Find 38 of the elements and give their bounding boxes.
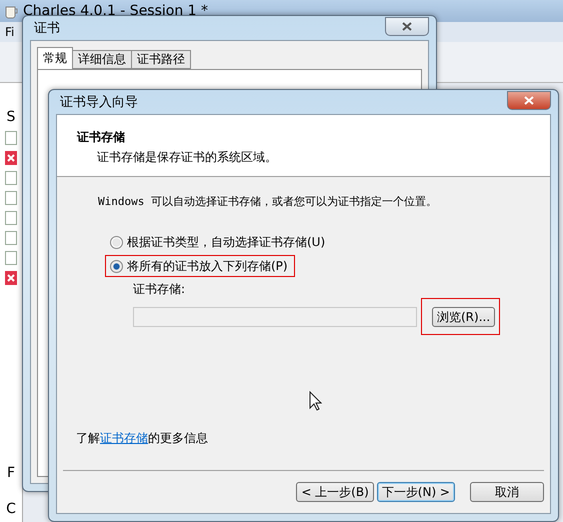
tab[interactable]: 证书路径 [131,50,191,69]
close-button[interactable] [507,90,551,110]
radio-label[interactable]: 根据证书类型，自动选择证书存储(U) [127,234,326,250]
store-field[interactable] [133,306,417,326]
document-icon [5,131,17,145]
section-subtitle: 证书存储是保存证书的系统区域。 [96,149,278,166]
store-link[interactable]: 证书存储 [100,431,148,445]
wizard-button[interactable]: 下一步(N) > [376,482,455,502]
section-title: 证书存储 [77,129,126,146]
browse-button[interactable]: 浏览(R)... [432,307,496,327]
field-label: 证书存储: [133,281,186,298]
window-title: Charles 4.0.1 - Session 1 * [23,3,208,19]
menu-item[interactable]: Fi [5,25,14,39]
close-icon [402,22,412,30]
wizard-button[interactable]: 取消 [470,482,544,502]
tab[interactable]: 常规 [37,47,73,69]
radio-button[interactable] [110,260,123,272]
sidebar-label: F [6,465,16,481]
close-icon [524,96,534,104]
error-icon [5,151,17,165]
wizard-button[interactable]: < 上一步(B) [296,482,374,502]
document-icon [5,191,17,205]
sidebar-label: S [6,109,16,125]
info-text: 了解证书存储的更多信息 [76,430,209,447]
document-icon [5,251,17,265]
cursor-icon [309,391,322,411]
document-icon [5,211,17,225]
tab[interactable]: 详细信息 [72,50,132,69]
document-icon [5,171,17,185]
document-icon [5,231,17,245]
intro-text: Windows 可以自动选择证书存储，或者您可以为证书指定一个位置。 [98,194,438,209]
close-button[interactable] [385,16,429,36]
sidebar-label: C [6,501,16,517]
window-title: 证书导入向导 [59,94,138,111]
window-title: 证书 [33,20,60,37]
radio-button[interactable] [110,236,123,248]
error-icon [5,271,17,285]
radio-label[interactable]: 将所有的证书放入下列存储(P) [127,258,288,274]
